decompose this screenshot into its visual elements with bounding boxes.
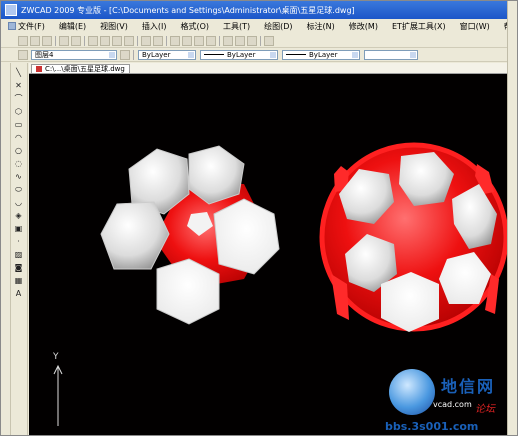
hatch-icon[interactable]: ▨ (13, 249, 24, 260)
watermark-url: bbs.3s001.com (385, 420, 479, 433)
draw-toolbar: ╲ ✕ ⌒ ⬡ ▭ ◠ ○ ◌ ∿ ⬭ ◡ ◈ ▣ · ▨ ◙ ▦ A (11, 63, 28, 435)
right-dock-edge (507, 1, 517, 435)
polygon-icon[interactable]: ⬡ (13, 106, 24, 117)
arc-icon[interactable]: ◠ (13, 132, 24, 143)
document-tab-bar: C:\...\桌面\五星足球.dwg (29, 63, 507, 74)
ellipse-arc-icon[interactable]: ◡ (13, 197, 24, 208)
polyline-icon[interactable]: ⌒ (13, 93, 24, 104)
chevron-down-icon (410, 51, 416, 58)
ellipse-icon[interactable]: ⬭ (13, 184, 24, 195)
layer-manager-icon[interactable] (18, 49, 28, 60)
circle-icon[interactable]: ○ (13, 145, 24, 156)
watermark-tag: 论坛 (475, 404, 495, 415)
soccer-ball-closed[interactable] (319, 142, 507, 332)
construction-line-icon[interactable]: ✕ (13, 80, 24, 91)
print-icon[interactable] (59, 35, 69, 46)
document-tab-label: C:\...\桌面\五星足球.dwg (45, 65, 125, 73)
properties-toolbar: 图层4 ByLayer ByLayer ByLayer (1, 48, 517, 62)
cut-icon[interactable] (88, 35, 98, 46)
left-dock-edge (1, 63, 11, 435)
linetype-sample (204, 54, 224, 55)
standard-toolbar (1, 34, 517, 48)
revision-cloud-icon[interactable]: ◌ (13, 158, 24, 169)
menu-item-dimension[interactable]: 标注(N) (300, 21, 342, 32)
soccer-ball-open[interactable] (100, 145, 280, 325)
menu-item-format[interactable]: 格式(O) (173, 21, 216, 32)
pan-icon[interactable] (170, 35, 180, 46)
menu-item-view[interactable]: 视图(V) (93, 21, 135, 32)
app-menu-icon (8, 21, 16, 30)
chevron-down-icon (188, 51, 194, 58)
line-icon[interactable]: ╲ (13, 67, 24, 78)
menu-item-modify[interactable]: 修改(M) (342, 21, 385, 32)
dwg-file-icon (36, 66, 42, 72)
layer-select-value: 图层4 (35, 50, 54, 59)
spline-icon[interactable]: ∿ (13, 171, 24, 182)
zoom-previous-icon[interactable] (206, 35, 216, 46)
copy-icon[interactable] (100, 35, 110, 46)
new-icon[interactable] (18, 35, 28, 46)
app-icon (5, 4, 17, 16)
linetype-select[interactable]: ByLayer (200, 49, 278, 60)
watermark-sub-label: vcad.com (433, 400, 472, 409)
white-hexagon-left (100, 201, 170, 270)
white-hexagon-right (213, 198, 280, 275)
paste-icon[interactable] (112, 35, 122, 46)
ucs-y-label: Y (53, 352, 59, 362)
insert-block-icon[interactable]: ◈ (13, 210, 24, 221)
drawing-canvas[interactable]: Y 地信网 vcad.com 论坛 bbs.3s001.com (29, 74, 507, 435)
watermark-site-name: 地信网 (441, 377, 496, 396)
point-icon[interactable]: · (13, 236, 24, 247)
menu-item-file[interactable]: 文件(F) (1, 21, 52, 32)
lineweight-sample (286, 54, 306, 55)
menu-item-insert[interactable]: 插入(I) (135, 21, 174, 32)
chevron-down-icon (109, 51, 115, 58)
zoom-realtime-icon[interactable] (182, 35, 192, 46)
tool-palette-icon[interactable] (247, 35, 257, 46)
make-block-icon[interactable]: ▣ (13, 223, 24, 234)
lineweight-select-value: ByLayer (309, 50, 338, 59)
table-icon[interactable]: ▦ (13, 275, 24, 286)
text-icon[interactable]: A (13, 288, 24, 299)
menu-item-tools[interactable]: 工具(T) (216, 21, 257, 32)
undo-icon[interactable] (141, 35, 151, 46)
menu-item-draw[interactable]: 绘图(D) (257, 21, 299, 32)
rectangle-icon[interactable]: ▭ (13, 119, 24, 130)
app-window: ZWCAD 2009 专业版 - [C:\Documents and Setti… (0, 0, 518, 436)
region-icon[interactable]: ◙ (13, 262, 24, 273)
white-hexagon-top (188, 145, 245, 205)
layer-previous-icon[interactable] (120, 49, 130, 60)
color-select-value: ByLayer (142, 50, 171, 59)
zoom-window-icon[interactable] (194, 35, 204, 46)
linetype-select-value: ByLayer (227, 50, 256, 59)
menu-item-edit[interactable]: 编辑(E) (52, 21, 93, 32)
chevron-down-icon (352, 51, 358, 58)
design-center-icon[interactable] (235, 35, 245, 46)
color-select[interactable]: ByLayer (138, 49, 196, 60)
redo-icon[interactable] (153, 35, 163, 46)
chevron-down-icon (270, 51, 276, 58)
globe-logo-icon (389, 369, 435, 415)
menu-bar: 文件(F) 编辑(E) 视图(V) 插入(I) 格式(O) 工具(T) 绘图(D… (1, 19, 517, 33)
menu-item-et-tools[interactable]: ET扩展工具(X) (385, 21, 453, 32)
match-properties-icon[interactable] (124, 35, 134, 46)
save-icon[interactable] (42, 35, 52, 46)
title-bar: ZWCAD 2009 专业版 - [C:\Documents and Setti… (1, 1, 507, 19)
preview-icon[interactable] (71, 35, 81, 46)
open-icon[interactable] (30, 35, 40, 46)
document-tab[interactable]: C:\...\桌面\五星足球.dwg (31, 64, 130, 74)
layer-select[interactable]: 图层4 (31, 49, 117, 60)
menu-item-window[interactable]: 窗口(W) (453, 21, 497, 32)
window-title: ZWCAD 2009 专业版 - [C:\Documents and Setti… (21, 5, 355, 15)
lineweight-select[interactable]: ByLayer (282, 49, 360, 60)
help-icon[interactable] (264, 35, 274, 46)
drawing-svg (53, 142, 507, 426)
ucs-icon (53, 364, 63, 426)
plotstyle-select[interactable] (364, 49, 418, 60)
properties-icon[interactable] (223, 35, 233, 46)
